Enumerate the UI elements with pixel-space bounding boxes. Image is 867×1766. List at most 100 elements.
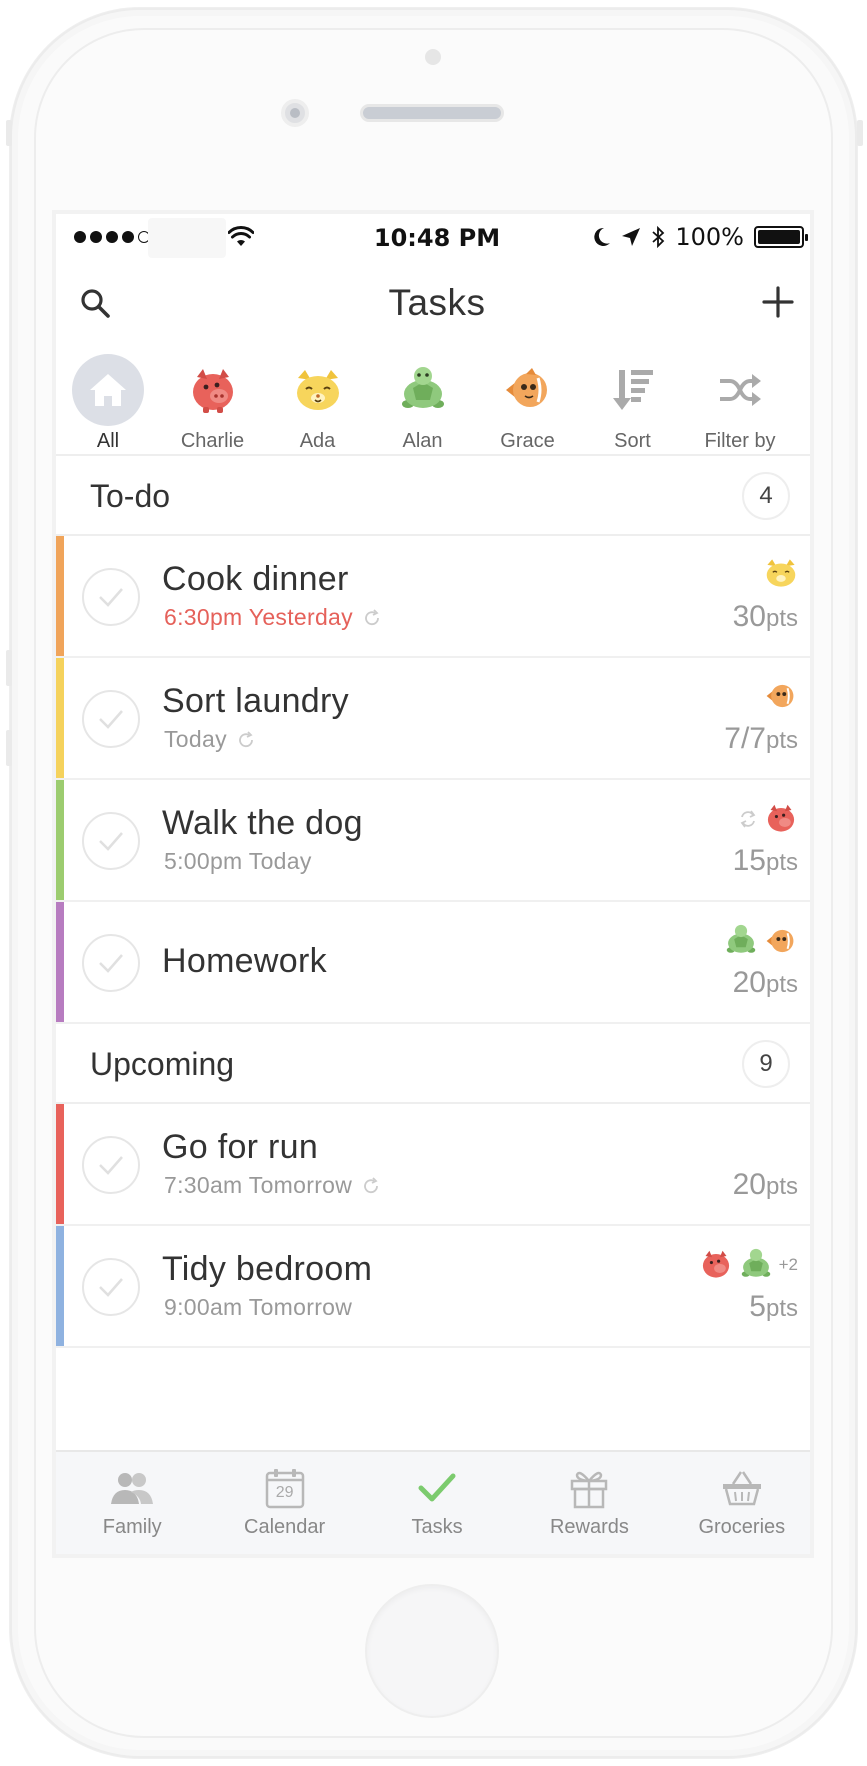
assignee-avatars [738,802,798,835]
task-due-text: 5:00pm Today [164,848,312,874]
proximity-sensor [425,49,441,65]
battery-icon [754,226,808,248]
basket-icon [722,1471,761,1506]
earpiece-speaker [360,104,504,122]
complete-checkbox[interactable] [82,812,140,870]
checkmark-icon [99,954,123,973]
task-row[interactable]: Go for run 7:30am Tomorrow 20pts [56,1104,810,1226]
tab-calendar[interactable]: 29 Calendar [208,1452,360,1554]
rotate-assignee-icon [740,809,756,828]
assignee-avatars [764,558,798,588]
filter-by-button[interactable]: Filter by [685,344,795,454]
task-due: Today [164,726,255,753]
task-points: 30pts [732,600,798,633]
task-due-text: 6:30pm Yesterday [164,604,353,630]
task-points: 20pts [732,1168,798,1201]
tab-rewards[interactable]: Rewards [513,1452,665,1554]
assignee-avatars: +2 [699,1248,798,1281]
task-points: 7/7pts [724,722,798,755]
repeat-icon [364,1176,379,1193]
pig-avatar-icon [767,804,795,832]
gift-icon [571,1471,608,1509]
complete-checkbox[interactable] [82,1136,140,1194]
tab-family[interactable]: Family [56,1452,208,1554]
task-color-stripe [56,780,64,900]
add-icon[interactable] [758,282,798,322]
repeat-icon [365,608,379,625]
complete-checkbox[interactable] [82,568,140,626]
assignee-avatars [724,924,798,957]
fish-avatar-icon [766,684,794,708]
cat-avatar-icon [296,370,339,410]
task-row[interactable]: Cook dinner 6:30pm Yesterday 30pts [56,536,810,658]
home-button[interactable] [365,1584,499,1718]
checkmark-icon [99,832,123,851]
task-color-stripe [56,1104,64,1224]
task-color-stripe [56,658,64,778]
section-title: To-do [90,478,171,514]
checkmark-icon [99,1156,123,1175]
filter-label: Filter by [704,430,776,452]
task-title: Homework [162,942,327,980]
task-title: Walk the dog [162,804,363,842]
filter-all[interactable]: All [56,344,160,454]
task-row[interactable]: Sort laundry Today 7/7pts [56,658,810,780]
section-title: Upcoming [90,1046,235,1082]
task-due: 6:30pm Yesterday [164,604,381,631]
filter-label: Alan [402,430,443,452]
task-color-stripe [56,536,64,656]
tab-label: Tasks [411,1516,463,1538]
tab-label: Family [102,1516,162,1538]
tab-groceries[interactable]: Groceries [666,1452,810,1554]
task-row[interactable]: Walk the dog 5:00pm Today 15pts [56,780,810,902]
section-count-badge: 9 [742,1040,790,1088]
task-row[interactable]: Tidy bedroom 9:00am Tomorrow +2 5pts [56,1226,810,1348]
volume-down-button [6,730,12,766]
pig-avatar-icon [702,1250,729,1278]
status-bar: 10:48 PM 100% [56,214,810,262]
filter-label: All [96,430,120,452]
filter-charlie[interactable]: Charlie [160,344,265,454]
task-due: 7:30am Tomorrow [164,1172,380,1199]
filter-label: Charlie [180,430,245,452]
checkmark-icon [99,1278,123,1297]
filter-label: Sort [614,430,651,452]
sort-button[interactable]: Sort [580,344,685,454]
complete-checkbox[interactable] [82,1258,140,1316]
filter-grace[interactable]: Grace [475,344,580,454]
complete-checkbox[interactable] [82,934,140,992]
filter-ada[interactable]: Ada [265,344,370,454]
bluetooth-icon [652,225,665,249]
complete-checkbox[interactable] [82,690,140,748]
pig-avatar-icon [192,369,233,413]
task-title: Cook dinner [162,560,349,598]
turtle-avatar-icon [726,924,756,953]
sort-icon [612,370,653,410]
task-due: 9:00am Tomorrow [164,1294,352,1321]
more-assignees-count: +2 [778,1254,798,1274]
location-arrow-icon [622,228,641,246]
tab-tasks[interactable]: Tasks [361,1452,513,1554]
moon-icon [594,227,611,246]
cat-avatar-icon [766,559,796,587]
mute-switch [6,120,12,146]
task-row[interactable]: Homework 20pts [56,902,810,1024]
calendar-day: 29 [275,1484,294,1501]
filter-alan[interactable]: Alan [370,344,475,454]
turtle-avatar-icon [741,1248,770,1277]
check-icon [418,1473,456,1502]
task-points: 15pts [732,844,798,877]
task-color-stripe [56,1226,64,1346]
page-title: Tasks [388,282,486,323]
task-due-text: Today [164,726,227,752]
repeat-icon [239,730,253,747]
checkmark-icon [99,588,123,607]
app-screen: 10:48 PM 100% Tasks All Charlie Ada Alan… [52,210,814,1558]
assignee-avatars [764,680,798,712]
task-points: 5pts [749,1290,798,1323]
home-icon [72,354,144,426]
power-button [857,120,863,146]
section-header-upcoming: Upcoming 9 [56,1024,810,1104]
task-title: Tidy bedroom [162,1250,373,1288]
task-title: Go for run [162,1128,319,1166]
